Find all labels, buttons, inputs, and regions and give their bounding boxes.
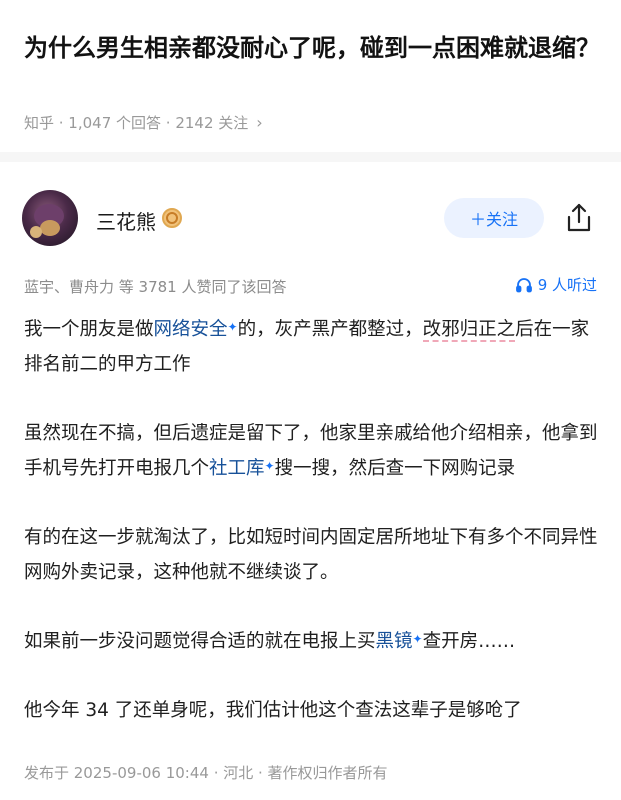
listen-count-text: 9 人听过 [537, 276, 597, 294]
answer-page: 为什么男生相亲都没耐心了呢，碰到一点困难就退缩？ 知乎 · 1,047 个回答 … [0, 0, 621, 800]
keyword-link[interactable]: 黑镜✦ [376, 631, 423, 652]
publish-info: 发布于 2025-09-06 10:44 · 河北 · 著作权归作者所有 [24, 764, 388, 782]
answer-body: 我一个朋友是做网络安全✦的，灰产黑产都整过，改邪归正之后在一家排名前二的甲方工作… [24, 312, 598, 762]
question-meta[interactable]: 知乎 · 1,047 个回答 · 2142 关注 › [24, 112, 263, 133]
answer-paragraph: 我一个朋友是做网络安全✦的，灰产黑产都整过，改邪归正之后在一家排名前二的甲方工作 [24, 319, 590, 375]
keyword-plus-icon: ✦ [227, 320, 238, 334]
answer-paragraph: 他今年 34 了还单身呢，我们估计他这个查法这辈子是够呛了 [24, 700, 522, 721]
author-name[interactable]: 三花熊 [96, 206, 156, 235]
section-divider [0, 152, 621, 162]
answer-paragraph: 如果前一步没问题觉得合适的就在电报上买黑镜✦查开房…… [24, 631, 516, 652]
creator-badge-icon [162, 208, 182, 228]
highlighted-text[interactable]: 改邪归正之 [422, 319, 516, 342]
question-title[interactable]: 为什么男生相亲都没耐心了呢，碰到一点困难就退缩？ [24, 28, 604, 68]
headphones-icon [515, 277, 532, 292]
answer-paragraph: 虽然现在不搞，但后遗症是留下了，他家里亲戚给他介绍相亲，他拿到手机号先打开电报几… [24, 423, 598, 479]
keyword-plus-icon: ✦ [264, 459, 275, 473]
keyword-link[interactable]: 社工库✦ [209, 458, 275, 479]
endorse-text[interactable]: 蓝宇、曹舟力 等 3781 人赞同了该回答 [24, 276, 286, 297]
keyword-plus-icon: ✦ [412, 632, 423, 646]
share-icon[interactable] [564, 202, 594, 234]
question-meta-text: 知乎 · 1,047 个回答 · 2142 关注 [24, 114, 249, 132]
avatar[interactable] [22, 190, 78, 246]
listen-count[interactable]: 9 人听过 [515, 274, 597, 295]
keyword-link[interactable]: 网络安全✦ [154, 319, 238, 340]
follow-button[interactable]: ＋关注 [444, 198, 544, 238]
chevron-right-icon: › [256, 113, 263, 132]
answer-paragraph: 有的在这一步就淘汰了，比如短时间内固定居所地址下有多个不同异性网购外卖记录，这种… [24, 527, 598, 583]
follow-label: ＋关注 [469, 212, 518, 229]
